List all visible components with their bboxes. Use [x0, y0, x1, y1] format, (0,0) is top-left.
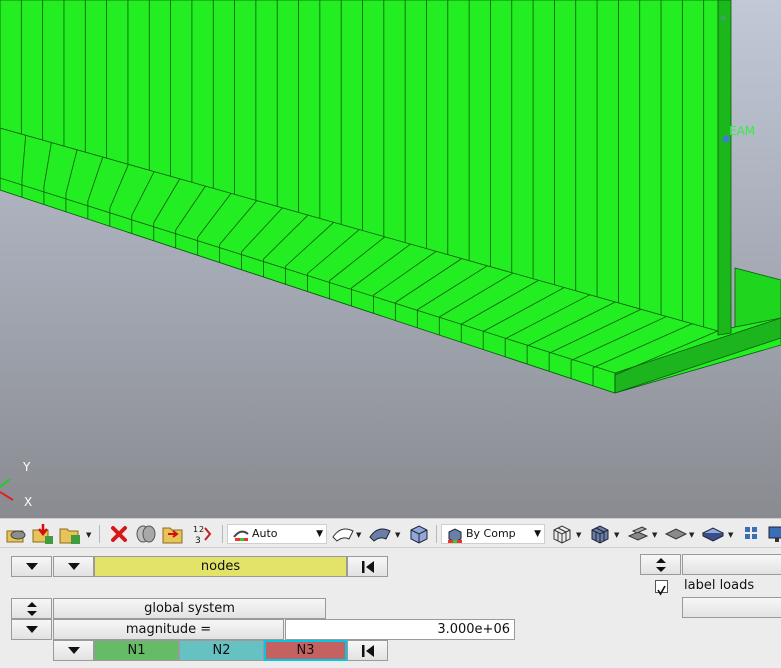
visualization-toolbar: ▼ 123 Auto ▼ ▼ ▼ By Comp ▼ ▼ ▼ ▼ ▼ ▼	[0, 518, 781, 548]
monitor-icon[interactable]	[766, 522, 781, 546]
delete-icon[interactable]	[107, 522, 131, 546]
open-folder-icon[interactable]	[58, 522, 82, 546]
curved-surface-icon[interactable]	[331, 522, 355, 546]
wireframe-icon[interactable]	[550, 522, 574, 546]
show-folder-icon[interactable]	[161, 522, 185, 546]
auto-label: Auto	[252, 527, 278, 540]
model-canvas: EAM Y X	[0, 0, 781, 518]
svg-text:1: 1	[193, 525, 198, 534]
sort-toggle-right[interactable]	[640, 554, 681, 575]
n2-selector[interactable]: N2	[179, 640, 264, 661]
chevron-down-icon	[67, 647, 80, 654]
entity-selector-dropdown[interactable]	[11, 556, 52, 577]
label-loads-checkbox[interactable]	[655, 580, 668, 596]
n3-selector[interactable]: N3	[264, 640, 347, 661]
up-down-arrow-icon	[655, 558, 666, 572]
model-browser-icon[interactable]	[4, 522, 28, 546]
label-loads-label: label loads	[684, 578, 755, 593]
sort-toggle[interactable]	[11, 598, 52, 619]
color-mode-dropdown[interactable]: By Comp ▼	[441, 524, 545, 544]
magnitude-option-dropdown[interactable]	[11, 619, 52, 640]
reset-icon	[361, 645, 374, 657]
shell-icon[interactable]	[664, 522, 688, 546]
reset-icon	[361, 561, 374, 573]
component-color-icon	[446, 526, 464, 549]
right-blank-field[interactable]	[682, 597, 781, 618]
element-edges-icon[interactable]	[626, 522, 650, 546]
web-end-face	[717, 0, 732, 336]
axis-x-label: X	[24, 495, 32, 509]
chevron-down-icon	[25, 626, 38, 633]
axis-y-label: Y	[22, 460, 31, 474]
n1-selector[interactable]: N1	[94, 640, 179, 661]
chevron-down-icon	[25, 563, 38, 570]
check-icon	[657, 585, 666, 596]
chevron-down-icon	[67, 563, 80, 570]
bycomp-label: By Comp	[466, 527, 516, 540]
svg-text:3: 3	[195, 536, 201, 546]
reset-nodes-button[interactable]	[347, 556, 388, 577]
graphics-viewport[interactable]: EAM Y X	[0, 0, 781, 518]
mesh-display-dropdown[interactable]: Auto ▼	[227, 524, 327, 544]
load-panel: nodes label loads global system magnitud…	[0, 548, 781, 668]
selection-method-dropdown[interactable]	[53, 556, 94, 577]
svg-text:2: 2	[199, 525, 204, 534]
magnitude-label: magnitude =	[53, 619, 284, 640]
solid-icon[interactable]	[701, 522, 725, 546]
solid-surface-icon[interactable]	[368, 522, 392, 546]
import-icon[interactable]	[31, 522, 55, 546]
reset-direction-button[interactable]	[347, 640, 388, 661]
global-system-toggle[interactable]: global system	[53, 598, 326, 619]
direction-method-dropdown[interactable]	[53, 640, 94, 661]
node-marker	[720, 15, 726, 21]
renumber-icon[interactable]: 12 3	[190, 522, 214, 546]
beam-label: EAM	[729, 124, 755, 138]
mesh-display-icon	[232, 526, 250, 548]
shaded-cube-icon[interactable]	[588, 522, 612, 546]
magnitude-input[interactable]: 3.000e+06	[285, 619, 515, 640]
mask-icon[interactable]	[134, 522, 158, 546]
up-down-arrow-icon	[26, 602, 37, 616]
right-switch-field[interactable]	[682, 554, 781, 575]
nodes-collector[interactable]: nodes	[94, 556, 347, 577]
cube-icon[interactable]	[407, 522, 431, 546]
grid-icon[interactable]	[742, 522, 762, 546]
